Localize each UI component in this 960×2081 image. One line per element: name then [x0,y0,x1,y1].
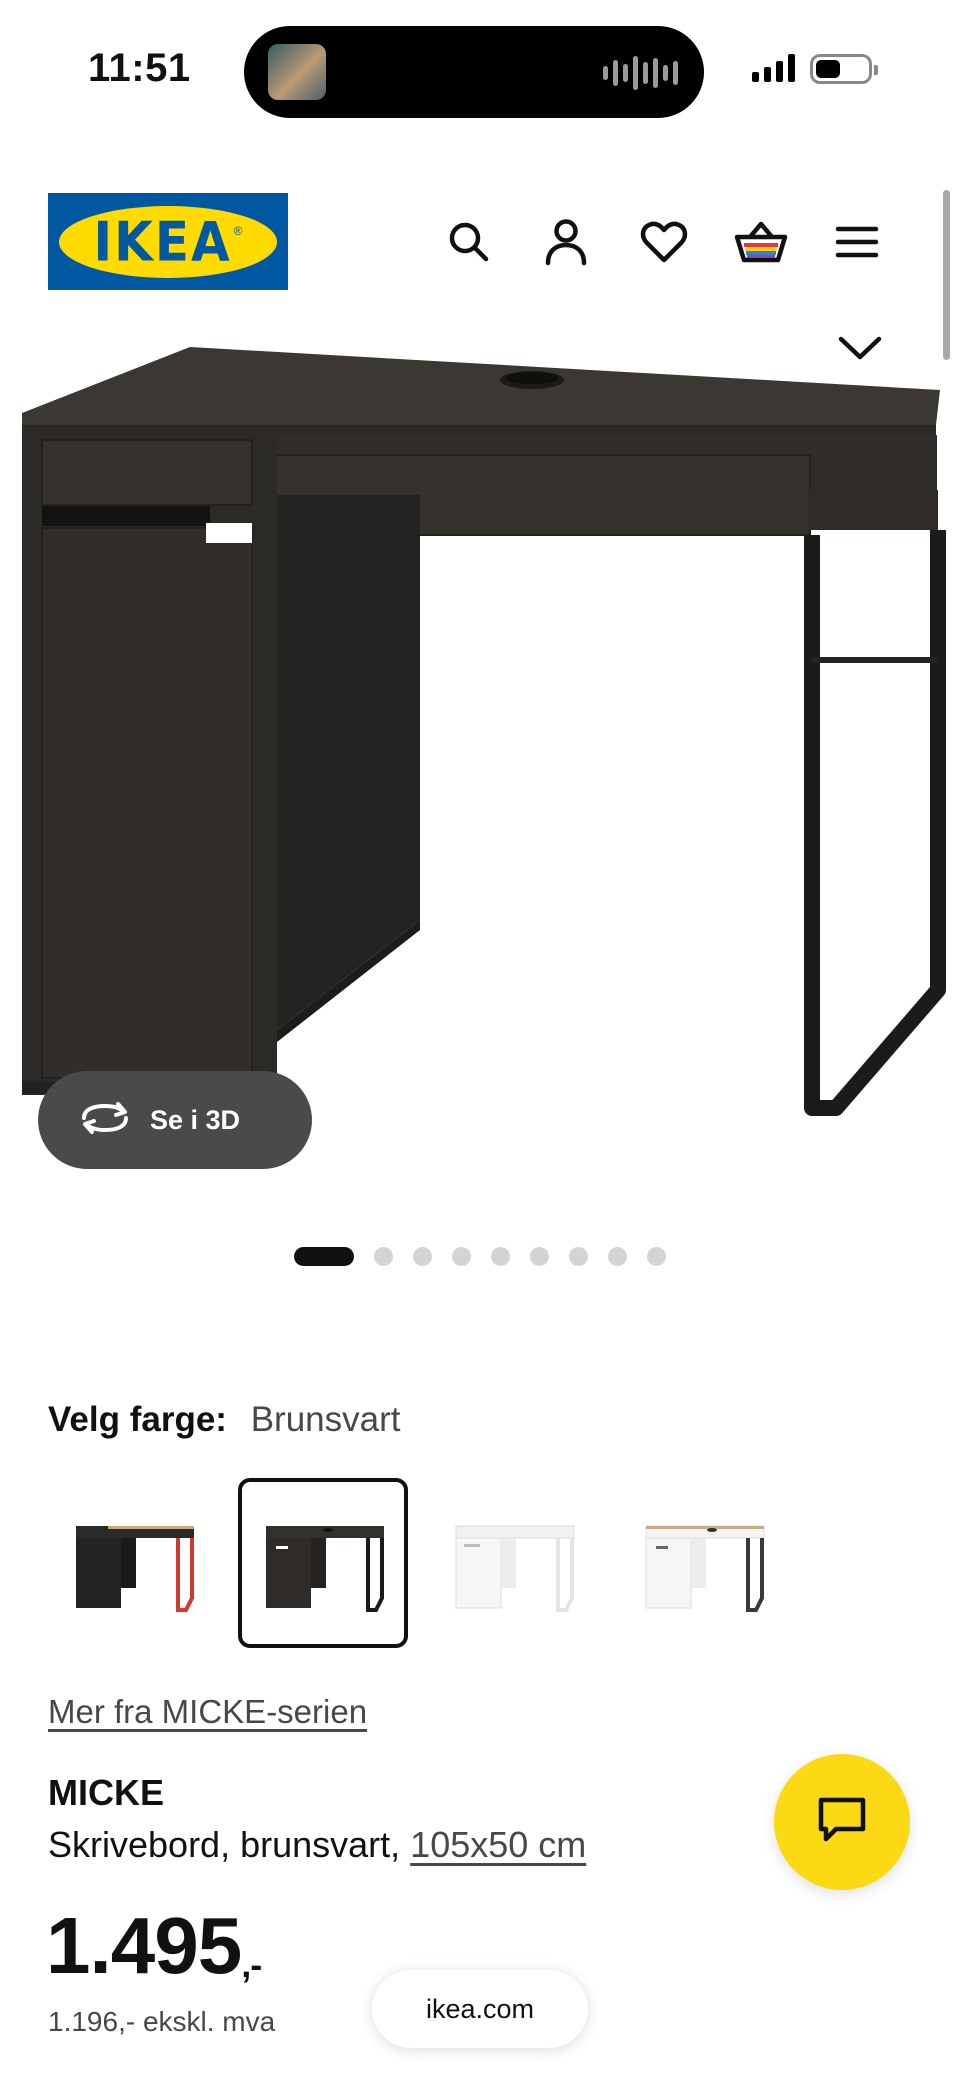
carousel-dot[interactable] [413,1247,432,1266]
color-swatch-white-oak[interactable] [618,1478,788,1648]
search-icon[interactable] [438,211,500,273]
battery-icon [810,54,878,84]
carousel-dot[interactable] [530,1247,549,1266]
browser-url-pill[interactable]: ikea.com [372,1970,588,2048]
dynamic-island[interactable] [244,26,704,118]
audio-waveform-icon [603,56,678,90]
profile-icon[interactable] [535,211,597,273]
price-main: 1.495 [46,1901,242,1990]
color-swatch-black-red[interactable] [48,1478,218,1648]
ikea-logo[interactable]: IKEA ® [48,193,288,290]
chat-button[interactable] [774,1754,910,1890]
carousel-indicator [294,1247,666,1266]
color-label: Velg farge: [48,1400,227,1439]
carousel-dot[interactable] [647,1247,666,1266]
status-bar: 11:51 [0,0,960,140]
carousel-dot[interactable] [491,1247,510,1266]
series-link[interactable]: Mer fra MICKE-serien [48,1693,367,1731]
carousel-dot[interactable] [608,1247,627,1266]
product-name: MICKE [48,1772,164,1813]
logo-registered-mark: ® [233,223,243,238]
product-description-text: Skrivebord, brunsvart, [48,1824,401,1865]
product-description: Skrivebord, brunsvart, 105x50 cm [48,1824,586,1866]
rotate-3d-icon [78,1101,132,1140]
product-price: 1.495,- [46,1900,262,1992]
color-value: Brunsvart [250,1400,401,1439]
chevron-down-icon[interactable] [832,322,888,374]
carousel-dot[interactable] [374,1247,393,1266]
carousel-dot[interactable] [569,1247,588,1266]
price-excluding-vat: 1.196,- ekskl. mva [48,2006,276,2037]
view-in-3d-label: Se i 3D [150,1104,241,1135]
carousel-dot-active[interactable] [294,1247,354,1266]
chat-bubble-icon [816,1795,868,1850]
view-in-3d-button[interactable]: Se i 3D [38,1071,312,1169]
logo-oval: IKEA ® [59,205,277,278]
menu-icon[interactable] [826,211,888,273]
logo-text: IKEA [93,210,232,273]
now-playing-artwork [268,44,326,100]
product-image[interactable] [0,330,960,1130]
color-swatch-black-brown[interactable] [238,1478,408,1648]
browser-url: ikea.com [425,1993,535,2024]
cellular-signal-icon [752,54,795,82]
product-size-link[interactable]: 105x50 cm [410,1824,586,1865]
price-suffix: ,- [241,1944,262,1985]
carousel-dot[interactable] [452,1247,471,1266]
heart-icon[interactable] [633,211,695,273]
color-swatch-white[interactable] [428,1478,598,1648]
shopping-basket-icon[interactable] [730,211,792,273]
color-selection: Velg farge: Brunsvart [48,1400,400,1440]
status-time: 11:51 [88,46,191,90]
